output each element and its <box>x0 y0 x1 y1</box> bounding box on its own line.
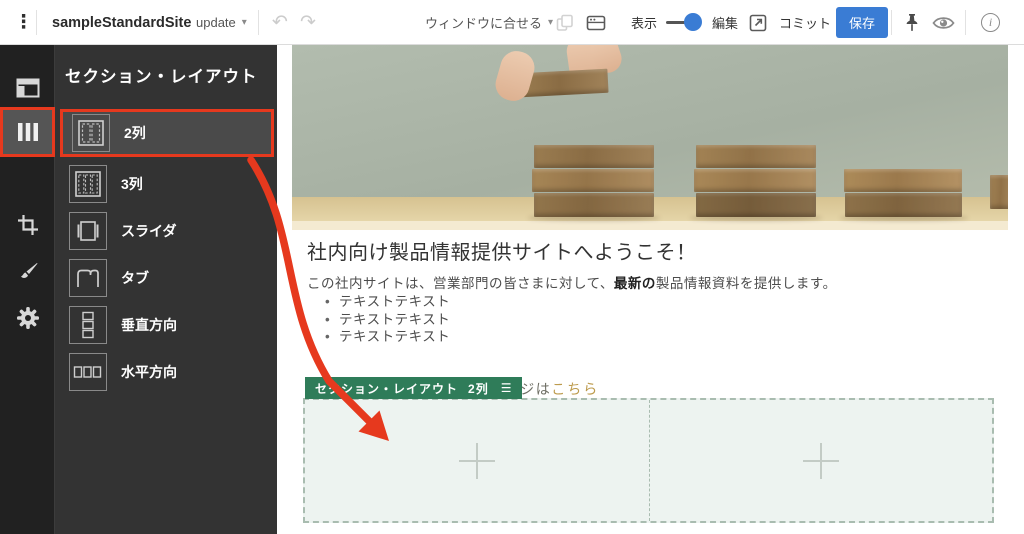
window-header-icon[interactable] <box>586 0 606 45</box>
columns-icon <box>17 123 38 141</box>
panel-title: セクション・レイアウト <box>65 68 258 86</box>
layout-item-slider[interactable]: スライダ <box>60 207 274 255</box>
undo-button[interactable]: ↶ <box>272 0 288 45</box>
hamburger-menu-icon[interactable]: ☰ <box>501 381 513 395</box>
kochira-link[interactable]: こちら <box>551 381 599 397</box>
paragraph-bold-text: 最新の <box>613 276 656 291</box>
save-button[interactable]: 保存 <box>836 7 889 38</box>
tool-rail <box>0 45 55 534</box>
gear-icon <box>16 307 39 329</box>
paragraph-text: 製品情報資料を提供します。 <box>655 276 837 291</box>
chevron-down-icon: ▾ <box>548 17 554 28</box>
section-layout-panel: セクション・レイアウト 2列 3列 スライダ タブ 垂直方向 水平方向 <box>55 45 277 534</box>
slider-icon <box>69 212 107 250</box>
top-toolbar: ⋮ sampleStandardSite update ▾ ↶ ↷ ウィンドウに… <box>0 0 1024 45</box>
section-tag-type: 2列 <box>468 381 489 396</box>
layout-item-label: 垂直方向 <box>121 317 177 333</box>
layout-item-vertical[interactable]: 垂直方向 <box>60 301 274 349</box>
crop-icon <box>17 215 38 235</box>
list-item: テキストテキスト <box>325 311 450 329</box>
dropzone-column-left[interactable] <box>305 400 649 521</box>
horizontal-row-icon <box>69 353 107 391</box>
update-dropdown[interactable]: update ▾ <box>196 0 247 45</box>
table-edge <box>292 221 1008 230</box>
open-preview-icon[interactable] <box>749 0 767 45</box>
app-window: ⋮ sampleStandardSite update ▾ ↶ ↷ ウィンドウに… <box>0 0 1024 534</box>
toggle-track <box>666 13 702 31</box>
three-column-icon <box>69 165 107 203</box>
display-edit-toggle[interactable] <box>666 0 702 45</box>
layout-item-tab[interactable]: タブ <box>60 254 274 302</box>
zoom-fit-label: ウィンドウに合せる <box>425 16 543 31</box>
layout-item-label: 3列 <box>121 176 143 192</box>
section-tag[interactable]: セクション・レイアウト 2列 ☰ <box>305 377 523 399</box>
layout-item-horizontal[interactable]: 水平方向 <box>60 348 274 396</box>
dropzone-column-right[interactable] <box>648 400 993 521</box>
pin-icon[interactable] <box>903 0 921 45</box>
layout-item-label: 2列 <box>124 125 146 141</box>
rail-item-columns[interactable] <box>0 107 55 157</box>
intro-paragraph: この社内サイトは、営業部門の皆さまに対して、最新の製品情報資料を提供します。 <box>307 272 837 292</box>
rail-item-settings[interactable] <box>0 293 55 343</box>
rail-item-style[interactable] <box>0 247 55 297</box>
update-label: update <box>196 15 236 30</box>
info-icon[interactable]: i <box>981 13 1000 32</box>
display-label: 表示 <box>631 16 658 31</box>
rail-item-layout[interactable] <box>0 63 55 113</box>
redo-button[interactable]: ↷ <box>300 0 316 45</box>
tab-icon <box>69 259 107 297</box>
list-item: テキストテキスト <box>325 293 450 311</box>
zoom-fit-dropdown[interactable]: ウィンドウに合せる ▾ <box>425 0 553 45</box>
chevron-down-icon: ▾ <box>241 17 247 28</box>
kebab-menu-icon[interactable]: ⋮ <box>14 0 33 45</box>
vertical-stack-icon <box>69 306 107 344</box>
site-name: sampleStandardSite <box>52 14 192 31</box>
eye-icon[interactable] <box>932 0 955 45</box>
rail-item-crop[interactable] <box>0 200 55 250</box>
paragraph-text: この社内サイトは、営業部門の皆さまに対して、 <box>307 276 614 291</box>
layout-item-label: 水平方向 <box>121 364 177 380</box>
layout-icon <box>16 78 39 98</box>
layout-item-label: スライダ <box>121 223 177 239</box>
two-column-icon <box>72 114 110 152</box>
toggle-knob[interactable] <box>684 13 702 31</box>
layout-item-2col[interactable]: 2列 <box>60 109 274 157</box>
add-content-icon[interactable] <box>459 443 495 479</box>
pages-icon <box>556 0 574 45</box>
commit-button[interactable]: コミット <box>779 0 831 45</box>
edit-label: 編集 <box>712 16 739 31</box>
two-column-dropzone <box>303 398 994 523</box>
bullet-list: テキストテキスト テキストテキスト テキストテキスト <box>325 293 450 346</box>
layout-item-3col[interactable]: 3列 <box>60 160 274 208</box>
add-content-icon[interactable] <box>803 443 839 479</box>
layout-item-label: タブ <box>121 270 149 286</box>
paintbrush-icon <box>20 263 37 278</box>
hero-image <box>292 45 1008 230</box>
page-title: 社内向け製品情報提供サイトへようこそ！ <box>307 242 697 264</box>
list-item: テキストテキスト <box>325 328 450 346</box>
section-tag-name: セクション・レイアウト <box>315 381 459 396</box>
